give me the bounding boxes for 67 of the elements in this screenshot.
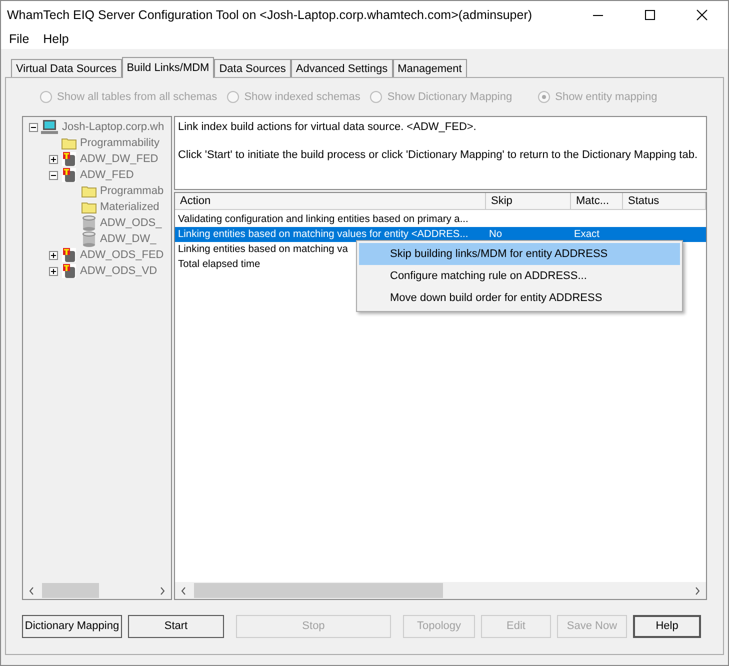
table-cell: Exact	[574, 229, 600, 240]
tab[interactable]: Build Links/MDM	[122, 57, 214, 78]
radio-label: Show Dictionary Mapping	[387, 90, 512, 105]
database-icon	[81, 215, 97, 231]
horizontal-scrollbar[interactable]	[175, 582, 706, 599]
collapse-icon[interactable]	[49, 170, 58, 180]
database-icon	[61, 151, 77, 167]
window-title: WhamTech EIQ Server Configuration Tool on <Josh-Laptop.corp.whamtech.com>(adminsuper)	[7, 6, 534, 24]
tree-item[interactable]: ADW_FED	[80, 166, 134, 184]
radio-button[interactable]	[538, 91, 550, 103]
column-header[interactable]: Matc...	[571, 193, 623, 210]
close-icon[interactable]	[696, 9, 708, 21]
scroll-left-icon[interactable]	[181, 586, 186, 594]
collapse-icon[interactable]	[29, 122, 38, 132]
expand-icon[interactable]	[49, 154, 58, 164]
table-cell: Linking entities based on matching values for entity <ADDRES...	[178, 229, 468, 240]
context-menu-item[interactable]: Move down build order for entity ADDRESS	[359, 287, 680, 309]
tree-item[interactable]: Josh-Laptop.corp.wh	[62, 118, 164, 136]
tab[interactable]: Advanced Settings	[290, 59, 393, 77]
radio-button[interactable]	[370, 91, 382, 103]
radio-label: Show indexed schemas	[244, 90, 360, 105]
radio-button[interactable]	[40, 91, 52, 103]
radio-label: Show all tables from all schemas	[57, 90, 218, 105]
tab[interactable]: Virtual Data Sources	[11, 59, 122, 77]
tree-item[interactable]: ADW_DW_	[100, 230, 156, 248]
table-cell: Total elapsed time	[178, 259, 260, 270]
action-button[interactable]: Dictionary Mapping	[22, 614, 122, 638]
scroll-right-icon[interactable]	[160, 586, 165, 594]
tab[interactable]: Data Sources	[214, 59, 291, 77]
context-menu-item[interactable]: Configure matching rule on ADDRESS...	[359, 265, 680, 287]
folder-icon	[81, 200, 97, 214]
tree-item[interactable]: ADW_ODS_VD	[80, 262, 158, 280]
expand-icon[interactable]	[49, 250, 58, 260]
column-header[interactable]: Action	[175, 193, 486, 210]
radio-label: Show entity mapping	[555, 90, 658, 105]
maximize-icon[interactable]	[644, 9, 656, 21]
scroll-left-icon[interactable]	[29, 586, 34, 594]
tab[interactable]: Management	[392, 59, 467, 77]
column-header[interactable]: Status	[623, 193, 706, 210]
tree-item[interactable]: ADW_ODS_FED	[80, 246, 164, 264]
table-cell: Validating configuration and linking entities based on primary a...	[178, 214, 468, 225]
menu-item[interactable]: File	[9, 30, 30, 48]
tree-item[interactable]: Programmability	[80, 134, 160, 152]
radio-button[interactable]	[227, 91, 240, 103]
action-button[interactable]: Start	[128, 614, 224, 638]
database-icon	[61, 167, 77, 183]
tree-item[interactable]: Materialized	[100, 198, 160, 216]
info-text: Link index build actions for virtual data source. <ADW_FED>.	[178, 120, 478, 135]
menu-item[interactable]: Help	[43, 30, 69, 48]
info-text: Click 'Start' to initiate the build process or click 'Dictionary Mapping' to return to the Dictionary Mapping tab.	[178, 148, 699, 162]
tree-item[interactable]: ADW_DW_FED	[80, 150, 158, 168]
table-cell: No	[489, 229, 502, 240]
action-button[interactable]: Help	[633, 614, 701, 638]
tree-item[interactable]: ADW_ODS_	[100, 214, 162, 232]
folder-icon	[81, 184, 97, 198]
database-icon	[81, 231, 97, 247]
table-row[interactable]: Linking entities based on matching values for entity <ADDRES... No Exact	[175, 227, 706, 242]
database-icon	[61, 247, 77, 263]
column-header[interactable]: Skip	[486, 193, 571, 210]
database-icon	[61, 263, 77, 279]
computer-icon	[41, 119, 59, 135]
expand-icon[interactable]	[49, 266, 58, 276]
context-menu-item[interactable]: Skip building links/MDM for entity ADDRESS	[359, 243, 680, 265]
table-row[interactable]: Validating configuration and linking entities based on primary a...	[175, 212, 706, 227]
tree-item[interactable]: Programmab	[100, 182, 164, 200]
folder-icon	[61, 136, 77, 150]
scroll-right-icon[interactable]	[695, 586, 700, 594]
